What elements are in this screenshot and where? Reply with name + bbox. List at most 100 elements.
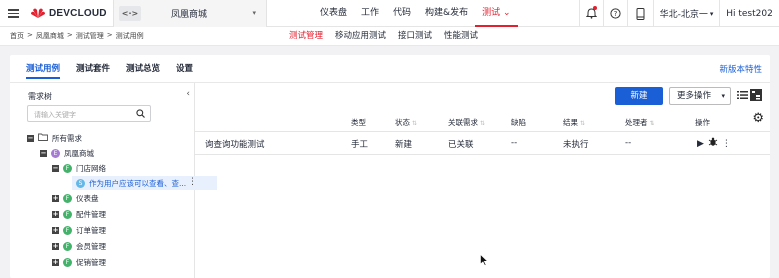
tree-title: 需求树 <box>28 92 52 101</box>
expand-toggle-icon[interactable]: + <box>52 210 59 218</box>
nav-test-label: 测试 <box>482 8 501 18</box>
collapse-toggle-icon[interactable]: − <box>40 149 47 157</box>
bug-icon[interactable] <box>708 137 718 150</box>
col-defect-label: 缺陷 <box>511 118 526 127</box>
breadcrumb-test-mgmt[interactable]: 测试管理 <box>76 31 104 41</box>
tree-node-label: 配件管理 <box>76 209 106 219</box>
tree-node-dashboard[interactable]: + F 仪表盘 <box>52 191 99 205</box>
sort-icon[interactable]: ⇅ <box>412 120 417 127</box>
more-options-icon[interactable]: ⋮ <box>188 177 197 187</box>
project-selector[interactable]: <·> 凤凰商城 ▾ <box>113 0 267 27</box>
col-handler-label: 处理者 <box>625 118 648 127</box>
brand-name: DEVCLOUD <box>49 7 107 19</box>
help-icon[interactable]: ? <box>603 0 627 27</box>
col-defect[interactable]: 缺陷 <box>511 117 526 128</box>
table-header: 类型 状态 ⇅ 关联需求 ⇅ 缺陷 结果 ⇅ 处理者 ⇅ 操作 ⚙ <box>195 111 770 131</box>
collapse-toggle-icon[interactable]: − <box>27 134 34 142</box>
tree-node-store-network[interactable]: − F 门店网络 <box>52 161 106 175</box>
mouse-cursor-icon <box>480 253 489 268</box>
breadcrumb-home[interactable]: 首页 <box>10 31 24 41</box>
play-icon[interactable]: ▶ <box>697 139 704 149</box>
expand-toggle-icon[interactable]: + <box>52 242 59 250</box>
sort-icon[interactable]: ⇅ <box>580 120 585 127</box>
nav-test[interactable]: 测试 ⌄ <box>475 0 518 27</box>
col-linked-requirement[interactable]: 关联需求 ⇅ <box>448 117 485 128</box>
col-linked-label: 关联需求 <box>448 118 478 127</box>
col-status[interactable]: 状态 ⇅ <box>395 117 417 128</box>
col-operations-label: 操作 <box>695 118 710 127</box>
case-result: 未执行 <box>563 140 589 150</box>
logo[interactable]: DEVCLOUD <box>31 7 107 19</box>
tab-test-overview[interactable]: 测试总览 <box>126 61 160 79</box>
sub-bar: 首页 > 凤凰商城 > 测试管理 > 测试用例 测试管理 移动应用测试 接口测试… <box>0 27 779 46</box>
tree-node-label: 会员管理 <box>76 241 106 251</box>
tree-node-all[interactable]: − 所有需求 <box>27 131 82 145</box>
tree-view-icon[interactable] <box>750 89 762 103</box>
tab-settings[interactable]: 设置 <box>176 61 193 79</box>
col-result-label: 结果 <box>563 118 578 127</box>
col-result[interactable]: 结果 ⇅ <box>563 117 585 128</box>
search-input[interactable]: 请输入关键字 <box>27 105 151 122</box>
new-button[interactable]: 新建 <box>615 87 663 105</box>
tree-node-parts[interactable]: + F 配件管理 <box>52 207 106 221</box>
nav-code[interactable]: 代码 <box>386 0 418 27</box>
sort-icon[interactable]: ⇅ <box>480 120 485 127</box>
subnav-test-management[interactable]: 测试管理 <box>283 27 329 46</box>
breadcrumb: 首页 > 凤凰商城 > 测试管理 > 测试用例 <box>10 31 144 41</box>
expand-toggle-icon[interactable]: + <box>52 258 59 266</box>
user-menu[interactable]: Hi test202 <box>719 0 779 27</box>
tab-test-suites[interactable]: 测试套件 <box>76 61 110 79</box>
expand-toggle-icon[interactable]: + <box>52 194 59 202</box>
nav-dashboard[interactable]: 仪表盘 <box>313 0 354 27</box>
col-type[interactable]: 类型 <box>351 117 366 128</box>
case-name[interactable]: 询查询功能测试 <box>205 138 265 150</box>
story-badge-icon: S <box>76 178 85 188</box>
epic-badge-icon: E <box>51 148 60 158</box>
tree-node-orders[interactable]: + F 订单管理 <box>52 223 106 237</box>
region-selector[interactable]: 华北-北京一 ▾ <box>653 0 719 27</box>
tree-node-label: 订单管理 <box>76 225 106 235</box>
subnav-api-test[interactable]: 接口测试 <box>392 27 438 46</box>
top-bar: DEVCLOUD <·> 凤凰商城 ▾ 仪表盘 工作 代码 构建&发布 测试 ⌄… <box>0 0 779 27</box>
tab-test-cases[interactable]: 测试用例 <box>26 61 61 79</box>
collapse-icon[interactable]: ‹ <box>186 89 190 99</box>
mobile-icon[interactable] <box>627 0 653 27</box>
view-switch <box>737 89 762 103</box>
test-sub-nav: 测试管理 移动应用测试 接口测试 性能测试 <box>283 27 484 46</box>
tab-bar: 测试用例 测试套件 测试总览 设置 <box>26 61 209 79</box>
table-row[interactable]: 询查询功能测试 手工 新建 已关联 -- 未执行 -- ▶ ⋮ <box>195 131 770 155</box>
col-handler[interactable]: 处理者 ⇅ <box>625 117 655 128</box>
breadcrumb-sep: > <box>66 31 73 39</box>
case-status: 新建 <box>395 140 413 150</box>
table-toolbar: 新建 更多操作 ▾ <box>615 87 762 105</box>
breadcrumb-current: 测试用例 <box>115 32 144 40</box>
search-placeholder: 请输入关键字 <box>34 111 76 119</box>
sort-icon[interactable]: ⇅ <box>650 120 655 127</box>
subnav-mobile-test[interactable]: 移动应用测试 <box>329 27 392 46</box>
tree-node-project[interactable]: − E 凤凰商城 <box>40 146 94 160</box>
feature-badge-icon: F <box>63 193 72 203</box>
col-operations: 操作 <box>695 117 710 128</box>
more-actions-dropdown[interactable]: 更多操作 ▾ <box>669 87 731 105</box>
menu-icon[interactable] <box>8 7 19 19</box>
feature-badge-icon: F <box>63 257 72 267</box>
collapse-toggle-icon[interactable]: − <box>52 164 59 172</box>
breadcrumb-project[interactable]: 凤凰商城 <box>36 31 64 41</box>
main-card: 测试用例 测试套件 测试总览 设置 新版本特性 需求树 ‹ 请输入关键字 − 所… <box>10 55 770 278</box>
nav-build-release[interactable]: 构建&发布 <box>418 0 475 27</box>
nav-work[interactable]: 工作 <box>354 0 386 27</box>
subnav-perf-test[interactable]: 性能测试 <box>438 27 484 46</box>
search-icon[interactable] <box>136 109 145 120</box>
notification-bell-icon[interactable] <box>579 0 603 27</box>
tree-node-promotions[interactable]: + F 促销管理 <box>52 255 106 269</box>
more-options-icon[interactable]: ⋮ <box>722 139 731 149</box>
tree-node-label: 仪表盘 <box>76 193 99 203</box>
list-view-icon[interactable] <box>737 90 748 102</box>
expand-toggle-icon[interactable]: + <box>52 226 59 234</box>
svg-text:?: ? <box>614 10 618 18</box>
col-status-label: 状态 <box>395 118 410 127</box>
tree-node-members[interactable]: + F 会员管理 <box>52 239 106 253</box>
gear-icon[interactable]: ⚙ <box>752 111 764 126</box>
chevron-down-icon: ▾ <box>709 9 714 18</box>
new-version-link[interactable]: 新版本特性 <box>719 63 762 75</box>
